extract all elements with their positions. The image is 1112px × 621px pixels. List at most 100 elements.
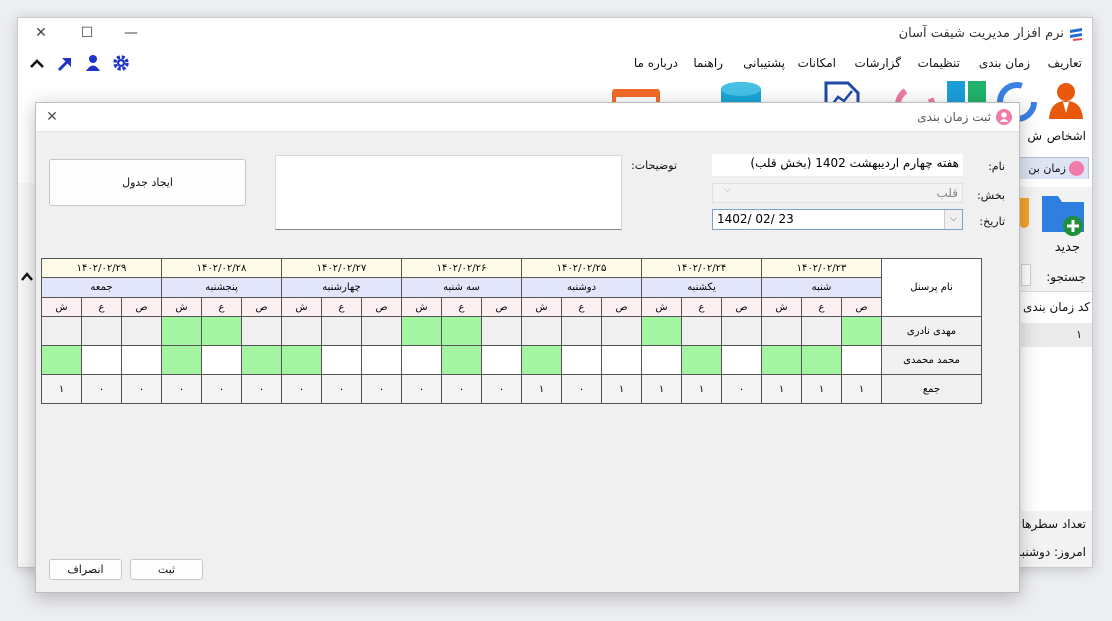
shift-cell-na[interactable] <box>761 316 802 346</box>
menu-bar: تعاریف زمان بندی تنظیمات گزارشات امکانات… <box>18 49 1092 77</box>
shift-cell-off[interactable] <box>201 345 242 375</box>
section-select[interactable]: قلب ⌵ <box>712 183 963 203</box>
shift-label-cell: ع <box>441 297 482 317</box>
persons-icon[interactable] <box>1046 79 1086 119</box>
day-date-cell: ۱۴۰۲/۰۲/۲۳ <box>761 258 882 278</box>
section-dropdown-icon[interactable]: ⌵ <box>715 185 731 201</box>
shift-cell-on[interactable] <box>161 316 202 346</box>
shift-cell-na[interactable] <box>241 316 282 346</box>
shift-cell-on[interactable] <box>441 345 482 375</box>
new-label[interactable]: جدید <box>1055 240 1080 255</box>
close-icon[interactable]: ✕ <box>24 18 58 48</box>
shift-cell-na[interactable] <box>801 316 842 346</box>
total-cell: ۱ <box>521 374 562 404</box>
shift-label-cell: ص <box>601 297 642 317</box>
menu-help[interactable]: راهنما <box>693 56 723 70</box>
shift-label-cell: ع <box>801 297 842 317</box>
person-row: محمد محمدی <box>41 345 982 375</box>
minimize-icon[interactable]: — <box>114 18 148 48</box>
shift-cell-na[interactable] <box>601 316 642 346</box>
shift-cell-off[interactable] <box>321 345 362 375</box>
ribbon-label-cut[interactable]: ش <box>1027 129 1042 143</box>
persons-label[interactable]: اشخاص <box>1047 129 1086 143</box>
menu-support[interactable]: پشتیبانی <box>743 56 785 70</box>
shift-cell-off[interactable] <box>841 345 882 375</box>
search-input[interactable] <box>1021 264 1031 286</box>
shift-cell-on[interactable] <box>641 316 682 346</box>
shift-cell-on[interactable] <box>441 316 482 346</box>
shift-cell-off[interactable] <box>81 345 122 375</box>
personnel-header: نام پرسنل <box>881 258 982 317</box>
name-field[interactable]: هفته چهارم اردیبهشت 1402 (بخش قلب) <box>712 154 963 176</box>
date-field[interactable]: 1402/ 02/ 23 ⌵ <box>712 209 963 230</box>
shift-cell-na[interactable] <box>281 316 322 346</box>
shift-cell-on[interactable] <box>761 345 802 375</box>
shift-cell-na[interactable] <box>521 316 562 346</box>
shift-cell-on[interactable] <box>841 316 882 346</box>
shift-cell-na[interactable] <box>41 316 82 346</box>
day-date-cell: ۱۴۰۲/۰۲/۲۶ <box>401 258 522 278</box>
shift-cell-on[interactable] <box>401 316 442 346</box>
menu-features[interactable]: امکانات <box>798 56 836 70</box>
resize-grip-icon[interactable] <box>16 523 22 537</box>
collapse-up-icon[interactable] <box>21 268 33 281</box>
total-cell: ۱ <box>761 374 802 404</box>
shift-cell-off[interactable] <box>641 345 682 375</box>
day-date-cell: ۱۴۰۲/۰۲/۲۸ <box>161 258 282 278</box>
shift-cell-on[interactable] <box>801 345 842 375</box>
shift-cell-off[interactable] <box>401 345 442 375</box>
total-cell: ۰ <box>281 374 322 404</box>
menu-scheduling[interactable]: زمان بندی <box>979 56 1030 70</box>
date-dropdown-icon[interactable]: ⌵ <box>944 210 962 229</box>
shift-cell-on[interactable] <box>41 345 82 375</box>
menu-about[interactable]: درباره ما <box>634 56 678 70</box>
shift-cell-na[interactable] <box>481 316 522 346</box>
cancel-button[interactable]: انصراف <box>49 559 122 580</box>
shift-cell-off[interactable] <box>121 345 162 375</box>
menu-definitions[interactable]: تعاریف <box>1048 56 1082 70</box>
dialog-title-bar: ✕ ثبت زمان بندی <box>36 103 1019 132</box>
shift-cell-on[interactable] <box>681 345 722 375</box>
shift-cell-off[interactable] <box>721 345 762 375</box>
side-tab-label: زمان بن <box>1028 162 1066 175</box>
shift-cell-na[interactable] <box>361 316 402 346</box>
dialog-close-icon[interactable]: ✕ <box>44 109 60 125</box>
gear-icon[interactable] <box>112 54 130 72</box>
shift-cell-off[interactable] <box>561 345 602 375</box>
shift-cell-na[interactable] <box>121 316 162 346</box>
collapse-ribbon-icon[interactable] <box>28 55 46 73</box>
side-grid: کد زمان بندی ۱ <box>1021 291 1092 511</box>
day-name-cell: یکشنبه <box>641 277 762 298</box>
total-cell: ۰ <box>561 374 602 404</box>
create-table-button[interactable]: ایجاد جدول <box>49 159 246 206</box>
menu-reports[interactable]: گزارشات <box>855 56 901 70</box>
orange-icon-fragment[interactable] <box>1019 198 1029 228</box>
shift-cell-off[interactable] <box>601 345 642 375</box>
shift-cell-na[interactable] <box>721 316 762 346</box>
shift-cell-na[interactable] <box>81 316 122 346</box>
shift-cell-na[interactable] <box>561 316 602 346</box>
description-textarea[interactable] <box>275 155 622 230</box>
shift-cell-on[interactable] <box>201 316 242 346</box>
menu-settings[interactable]: تنظیمات <box>918 56 960 70</box>
shift-cell-na[interactable] <box>681 316 722 346</box>
new-folder-icon[interactable] <box>1040 188 1086 238</box>
schedule-tab-icon <box>1069 161 1084 176</box>
shift-cell-na[interactable] <box>321 316 362 346</box>
total-cell: ۰ <box>81 374 122 404</box>
shift-cell-on[interactable] <box>241 345 282 375</box>
day-name-cell: پنجشنبه <box>161 277 282 298</box>
external-link-icon[interactable] <box>56 55 74 73</box>
side-tab[interactable]: زمان بن <box>1015 157 1089 179</box>
shift-cell-on[interactable] <box>521 345 562 375</box>
date-row: ۱۴۰۲/۰۲/۲۹ ۱۴۰۲/۰۲/۲۸ ۱۴۰۲/۰۲/۲۷ ۱۴۰۲/۰۲/۲۶… <box>41 258 982 317</box>
shift-cell-off[interactable] <box>481 345 522 375</box>
maximize-icon[interactable]: ☐ <box>70 18 104 48</box>
shift-cell-on[interactable] <box>281 345 322 375</box>
user-icon[interactable] <box>84 54 102 72</box>
save-button[interactable]: ثبت <box>130 559 203 580</box>
shift-cell-off[interactable] <box>361 345 402 375</box>
side-row-1[interactable]: ۱ <box>1021 323 1092 347</box>
total-cell: ۰ <box>401 374 442 404</box>
shift-cell-on[interactable] <box>161 345 202 375</box>
